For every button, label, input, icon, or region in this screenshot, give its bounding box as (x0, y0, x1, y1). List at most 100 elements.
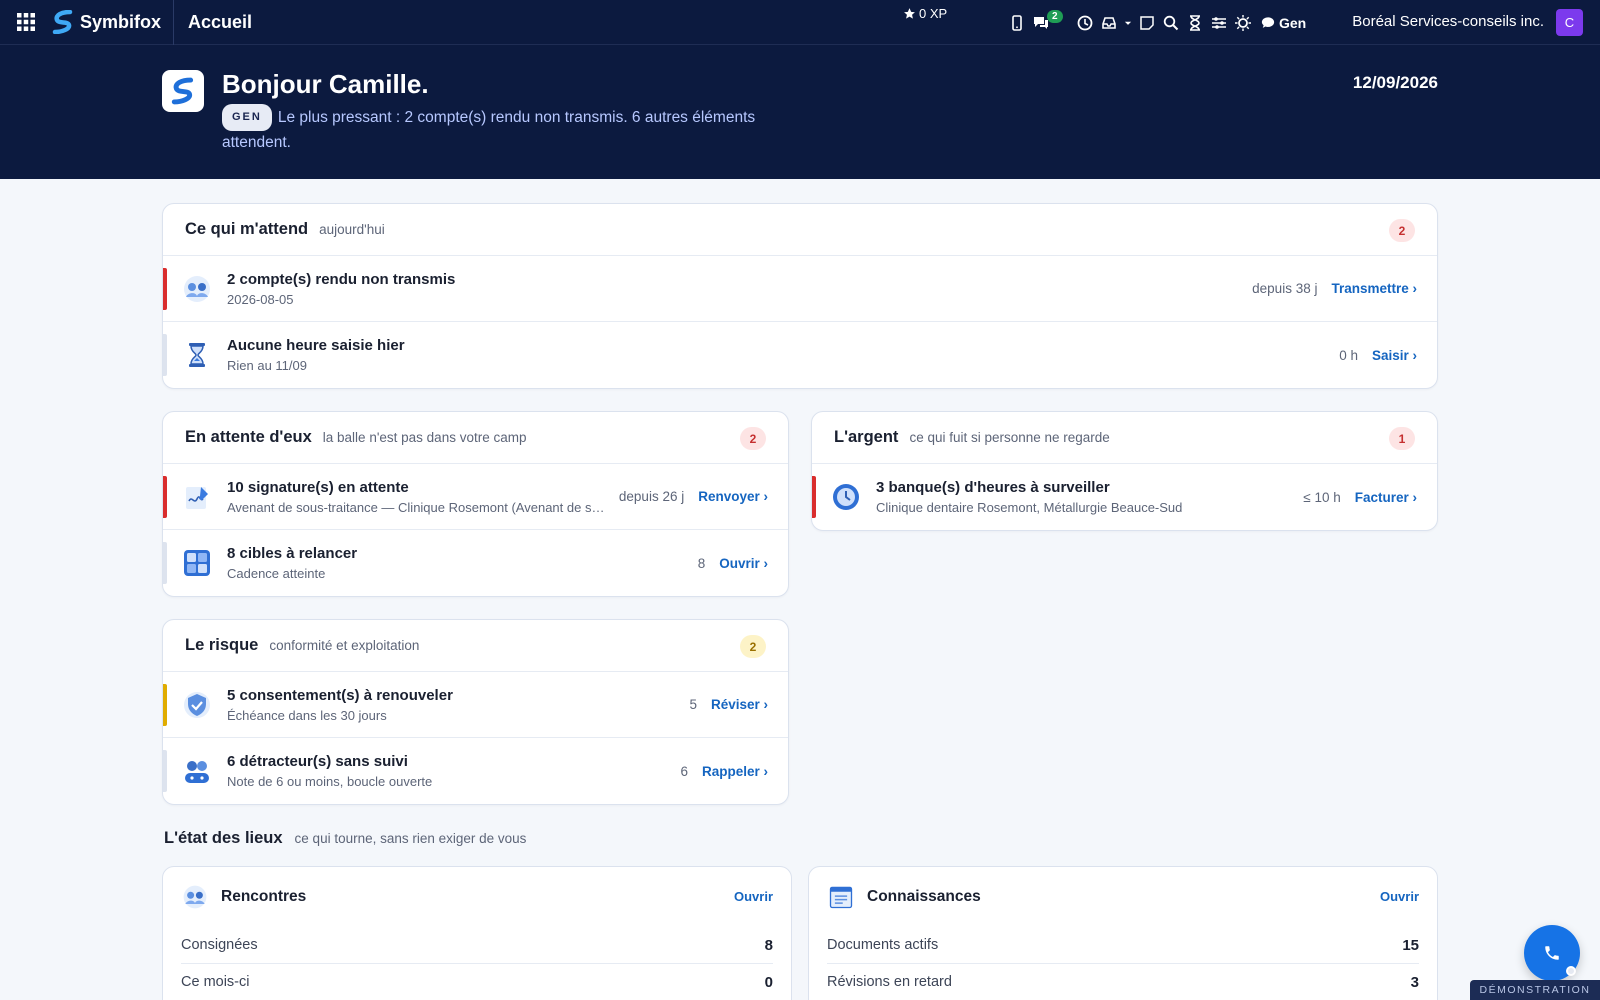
chat-badge: 2 (1047, 10, 1063, 23)
row-title: 5 consentement(s) à renouveler (227, 686, 453, 704)
row-count: 5 (689, 697, 697, 712)
priority-message: Le plus pressant : 2 compte(s) rendu non… (222, 109, 756, 151)
gen-label: Gen (1279, 14, 1307, 31)
inbox-button[interactable] (1097, 0, 1121, 45)
brand-logo[interactable]: Symbifox (52, 0, 175, 45)
section-title: L'état des lieux (164, 829, 283, 847)
card-subtitle: ce qui fuit si personne ne regarde (909, 430, 1110, 445)
search-icon (1163, 15, 1179, 30)
stat-row: Consignées 8 (181, 927, 773, 964)
task-row[interactable]: 3 banque(s) d'heures à surveiller Cliniqu… (812, 464, 1437, 530)
task-row[interactable]: 6 détracteur(s) sans suivi Note de 6 ou m… (163, 738, 788, 804)
row-count: 6 (680, 763, 688, 779)
meeting-report-icon (184, 275, 210, 302)
open-knowledge-link[interactable]: Ouvrir (1380, 889, 1419, 904)
task-row[interactable]: 5 consentement(s) à renouveler Échéance d… (163, 672, 788, 738)
task-row[interactable]: 2 compte(s) rendu non transmis 2026-08-05… (163, 256, 1437, 322)
stat-header: Connaissances Ouvrir (809, 867, 1437, 927)
state-section-header: L'état des lieux ce qui tourne, sans rie… (164, 829, 526, 848)
card-subtitle: conformité et exploitation (269, 638, 420, 653)
signature-icon (186, 486, 208, 509)
stat-label: Révisions en retard (827, 974, 952, 990)
stat-row: Révisions en retard 3 (827, 964, 1419, 1000)
gen-assistant-button[interactable]: Gen (1261, 15, 1306, 31)
row-detail: Clinique dentaire Rosemont, Métallurgie … (876, 500, 1183, 515)
mobile-button[interactable] (1005, 0, 1029, 45)
fab-status-dot (1566, 966, 1576, 976)
task-row[interactable]: 10 signature(s) en attente Avenant de sou… (163, 464, 788, 530)
theme-button[interactable] (1231, 0, 1255, 45)
stat-value: 0 (764, 973, 773, 991)
invoice-link[interactable]: Facturer › (1355, 490, 1417, 505)
card-subtitle: aujourd'hui (319, 222, 385, 237)
clock-icon (1077, 15, 1093, 30)
row-detail: Échéance dans les 30 jours (227, 707, 387, 723)
toolbar-icons: 2 Gen (1005, 0, 1306, 45)
stat-title: Rencontres (221, 888, 307, 905)
stat-label: Documents actifs (827, 937, 939, 953)
resend-link[interactable]: Renvoyer › (698, 489, 768, 504)
row-title: 3 banque(s) d'heures à surveiller (876, 479, 1110, 496)
consent-icon (184, 691, 210, 718)
row-hours: ≤ 10 h (1303, 489, 1341, 505)
user-avatar[interactable]: C (1556, 9, 1583, 36)
stat-value: 3 (1410, 973, 1419, 991)
row-title: 2 compte(s) rendu non transmis (227, 270, 456, 288)
transmit-link[interactable]: Transmettre › (1331, 281, 1417, 296)
stat-label: Ce mois-ci (181, 974, 250, 990)
settings-button[interactable] (1207, 0, 1231, 45)
card-title: Ce qui m'attend (185, 220, 309, 238)
phone-icon (1545, 946, 1559, 960)
app-grid-button[interactable] (0, 0, 52, 45)
card-count-badge: 2 (740, 427, 766, 450)
section-subtitle: ce qui tourne, sans rien exiger de vous (294, 831, 527, 846)
call-back-link[interactable]: Rappeler › (702, 764, 768, 779)
xp-counter[interactable]: 0 XP (903, 6, 947, 21)
search-button[interactable] (1159, 0, 1183, 45)
meetings-card: Rencontres Ouvrir Consignées 8 Ce mois-ci… (162, 866, 792, 1000)
chat-button[interactable]: 2 (1029, 0, 1073, 45)
stat-title: Connaissances (867, 888, 981, 905)
row-detail: Avenant de sous-traitance — Clinique Ros… (227, 499, 607, 515)
stat-row: Documents actifs 15 (827, 927, 1419, 964)
row-age: depuis 26 j (618, 489, 685, 504)
timer-button[interactable] (1183, 0, 1207, 45)
row-title: Aucune heure saisie hier (227, 337, 405, 354)
stat-header: Rencontres Ouvrir (163, 867, 791, 927)
dropdown-toggle[interactable] (1121, 0, 1135, 45)
knowledge-card: Connaissances Ouvrir Documents actifs 15 … (808, 866, 1438, 1000)
row-title: 6 détracteur(s) sans suivi (227, 753, 408, 770)
task-row[interactable]: Aucune heure saisie hier Rien au 11/09 0 … (163, 322, 1437, 388)
review-link[interactable]: Réviser › (711, 697, 768, 712)
gen-pill: GEN (222, 104, 272, 131)
row-count: 8 (697, 555, 706, 571)
card-header: En attente d'eux la balle n'est pas dans… (163, 412, 788, 464)
open-meetings-link[interactable]: Ouvrir (734, 889, 773, 904)
notes-button[interactable] (1135, 0, 1159, 45)
card-title: Le risque (185, 636, 259, 654)
task-row[interactable]: 8 cibles à relancer Cadence atteinte 8 Ou… (163, 530, 788, 596)
row-title: 8 cibles à relancer (227, 545, 358, 562)
card-title: L'argent (834, 428, 899, 446)
enter-hours-link[interactable]: Saisir › (1372, 348, 1417, 363)
app-grid-icon (17, 13, 35, 31)
meetings-icon (183, 885, 207, 909)
card-header: L'argent ce qui fuit si personne ne rega… (812, 412, 1437, 464)
sticky-note-icon (1140, 15, 1154, 30)
stat-label: Consignées (181, 937, 258, 953)
open-link[interactable]: Ouvrir › (719, 556, 768, 571)
brand-name: Symbifox (80, 11, 162, 32)
sun-icon (1235, 14, 1251, 31)
hourglass-icon (1190, 14, 1200, 31)
inbox-icon (1102, 16, 1116, 29)
urgency-bar (812, 476, 816, 518)
urgency-bar (163, 268, 167, 310)
mobile-phone-icon (1012, 14, 1022, 31)
card-waiting-on-them: En attente d'eux la balle n'est pas dans… (162, 411, 789, 597)
company-switcher[interactable]: Boréal Services-conseils inc. (1352, 13, 1544, 30)
detractors-icon (185, 761, 209, 783)
row-age: depuis 38 j (1252, 281, 1318, 296)
history-button[interactable] (1073, 0, 1097, 45)
card-count-badge: 1 (1389, 427, 1415, 450)
hourglass-icon (189, 343, 205, 367)
